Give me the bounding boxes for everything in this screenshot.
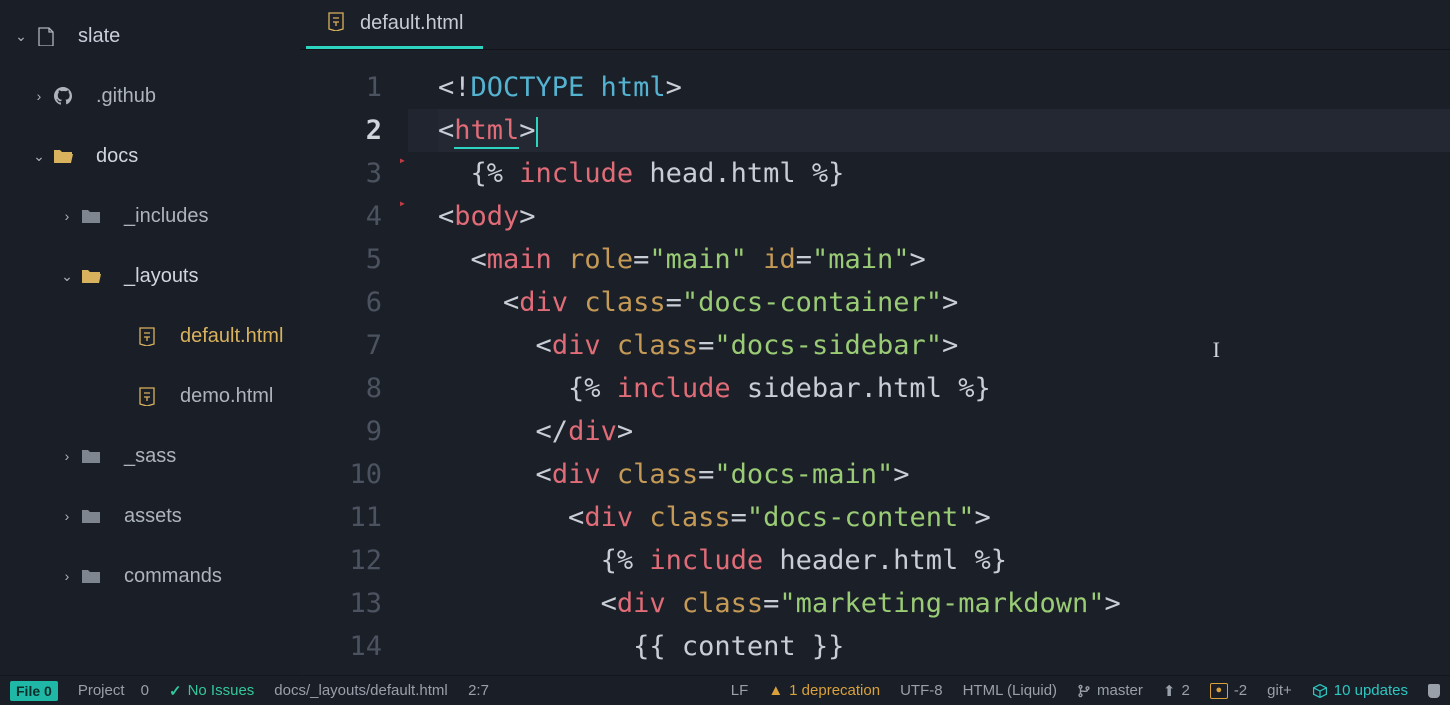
- line-number: 6: [300, 281, 382, 324]
- chevron-down-icon: ⌄: [8, 28, 34, 45]
- line-number: 4: [300, 195, 382, 238]
- tab-bar: default.html: [300, 0, 1450, 50]
- line-number: 13: [300, 582, 382, 625]
- line-number: 9: [300, 410, 382, 453]
- tree-item-label: demo.html: [180, 385, 273, 408]
- status-language[interactable]: HTML (Liquid): [953, 682, 1067, 699]
- status-file[interactable]: File 0: [0, 676, 68, 705]
- tree-item-label: _includes: [124, 205, 209, 228]
- code-line[interactable]: {% include header.html %}: [438, 539, 1450, 582]
- folder-open-icon: [80, 265, 102, 287]
- file-tree: ⌄ slate › .github ⌄ docs › _includes ⌄ _layoutsde…: [0, 0, 300, 675]
- code-line[interactable]: <main role="main" id="main">: [438, 238, 1450, 281]
- line-number: 10: [300, 453, 382, 496]
- tree-file-demo-html[interactable]: demo.html: [0, 366, 300, 426]
- code-area[interactable]: 1 ▸ 2 ▸ 34567891011121314 <!DOCTYPE html><ht…: [300, 50, 1450, 675]
- arrow-up-icon: ⬆: [1163, 682, 1176, 700]
- code-line[interactable]: {% include head.html %}: [438, 152, 1450, 195]
- status-branch[interactable]: master: [1067, 682, 1153, 699]
- line-number: 1: [300, 66, 382, 109]
- text-cursor-icon: I: [1213, 328, 1220, 371]
- line-number: 2: [300, 109, 382, 152]
- status-squirrel[interactable]: [1418, 684, 1450, 698]
- tree-item-label: _layouts: [124, 265, 199, 288]
- status-git[interactable]: git+: [1257, 682, 1302, 699]
- folder-closed-icon: [80, 205, 102, 227]
- status-line-ending[interactable]: LF: [721, 682, 759, 699]
- folder-open-icon: [52, 145, 74, 167]
- code-line[interactable]: <div class="docs-main">: [438, 453, 1450, 496]
- line-number: 3: [300, 152, 382, 195]
- line-number: 14: [300, 625, 382, 668]
- code-line[interactable]: <body>: [438, 195, 1450, 238]
- status-behind[interactable]: ●-2: [1200, 682, 1257, 699]
- tree-item-label: assets: [124, 505, 182, 528]
- chevron-right-icon: ›: [54, 508, 80, 524]
- tree-item-label: default.html: [180, 325, 283, 348]
- code-content[interactable]: <!DOCTYPE html><html> {% include head.ht…: [408, 50, 1450, 675]
- line-number: 5: [300, 238, 382, 281]
- chevron-right-icon: ›: [54, 568, 80, 584]
- tree-folder-assets[interactable]: › assets: [0, 486, 300, 546]
- line-number: 12: [300, 539, 382, 582]
- html-icon: [136, 385, 158, 407]
- chevron-down-icon: ⌄: [54, 268, 80, 285]
- tab-label: default.html: [360, 12, 463, 35]
- chevron-down-icon: ⌄: [26, 148, 52, 165]
- status-issues[interactable]: ✓No Issues: [159, 676, 264, 705]
- code-line[interactable]: <div class="docs-content">: [438, 496, 1450, 539]
- tree-item-label: slate: [78, 25, 120, 48]
- tree-file-default-html[interactable]: default.html: [0, 306, 300, 366]
- tree-item-label: .github: [96, 85, 156, 108]
- tree-folder-_layouts[interactable]: ⌄ _layouts: [0, 246, 300, 306]
- github-icon: [52, 85, 74, 107]
- html-icon: [136, 325, 158, 347]
- tree-folder-github[interactable]: › .github: [0, 66, 300, 126]
- tree-folder-_sass[interactable]: › _sass: [0, 426, 300, 486]
- status-project[interactable]: Project 0: [68, 676, 159, 705]
- chevron-right-icon: ›: [26, 88, 52, 104]
- html-icon: [326, 11, 346, 36]
- behind-box-icon: ●: [1210, 683, 1228, 699]
- status-updates[interactable]: 10 updates: [1302, 682, 1418, 699]
- branch-icon: [1077, 683, 1091, 699]
- code-line[interactable]: <div class="marketing-markdown">: [438, 582, 1450, 625]
- tree-folder-_includes[interactable]: › _includes: [0, 186, 300, 246]
- status-encoding[interactable]: UTF-8: [890, 682, 953, 699]
- fold-marker-icon[interactable]: ▸: [399, 182, 406, 225]
- tree-item-label: commands: [124, 565, 222, 588]
- code-line[interactable]: <div class="docs-sidebar">: [438, 324, 1450, 367]
- editor-pane: default.html 1 ▸ 2 ▸ 34567891011121314 <!DOC…: [300, 0, 1450, 675]
- folder-closed-icon: [80, 565, 102, 587]
- code-line[interactable]: {% include sidebar.html %}: [438, 367, 1450, 410]
- tree-folder-slate[interactable]: ⌄ slate: [0, 6, 300, 66]
- status-bar: File 0 Project 0 ✓No Issues docs/_layout…: [0, 675, 1450, 705]
- tree-folder-commands[interactable]: › commands: [0, 546, 300, 606]
- warning-icon: ▲: [768, 682, 783, 699]
- folder-closed-icon: [80, 445, 102, 467]
- tree-item-label: _sass: [124, 445, 176, 468]
- fold-marker-icon[interactable]: ▸: [399, 139, 406, 182]
- status-warning[interactable]: ▲ 1 deprecation: [758, 682, 890, 699]
- code-line[interactable]: {{ content }}: [438, 625, 1450, 668]
- code-line[interactable]: <html>: [438, 109, 1450, 152]
- tree-folder-docs[interactable]: ⌄ docs: [0, 126, 300, 186]
- folder-closed-icon: [80, 505, 102, 527]
- tab-default-html[interactable]: default.html: [306, 0, 483, 49]
- code-line[interactable]: <!DOCTYPE html>: [438, 66, 1450, 109]
- code-line[interactable]: </div>: [438, 410, 1450, 453]
- line-number: 8: [300, 367, 382, 410]
- squirrel-icon: [1428, 684, 1440, 698]
- gutter: 1 ▸ 2 ▸ 34567891011121314: [300, 50, 408, 675]
- code-line[interactable]: <div class="docs-container">: [438, 281, 1450, 324]
- chevron-right-icon: ›: [54, 208, 80, 224]
- book-icon: [34, 25, 56, 47]
- package-icon: [1312, 683, 1328, 699]
- line-number: 7: [300, 324, 382, 367]
- tree-item-label: docs: [96, 145, 138, 168]
- line-number: 11: [300, 496, 382, 539]
- chevron-right-icon: ›: [54, 448, 80, 464]
- status-ahead[interactable]: ⬆2: [1153, 682, 1200, 700]
- status-path[interactable]: docs/_layouts/default.html 2:7: [264, 676, 499, 705]
